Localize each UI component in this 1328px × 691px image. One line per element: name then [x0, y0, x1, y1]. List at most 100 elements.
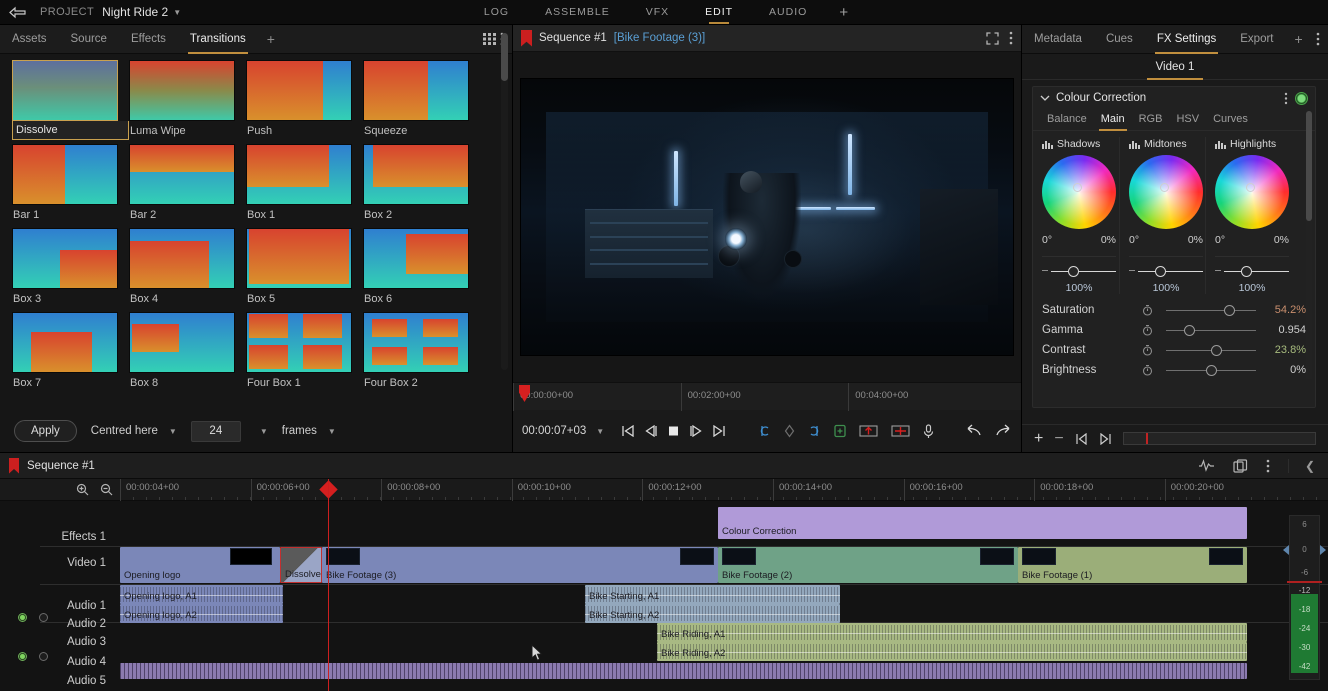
param-slider[interactable] — [1166, 303, 1256, 317]
voice-over-button[interactable] — [923, 423, 934, 439]
transition-item-bar-1[interactable]: Bar 1 — [12, 144, 129, 228]
wheel-level-slider[interactable] — [1129, 263, 1203, 279]
wheel-disc[interactable] — [1042, 155, 1116, 229]
transition-item-box-3[interactable]: Box 3 — [12, 228, 129, 312]
audio-waveform-icon[interactable] — [1198, 459, 1215, 472]
transition-thumbnail[interactable] — [246, 60, 352, 121]
transition-item-box-8[interactable]: Box 8 — [129, 312, 246, 396]
transition-item-four-box-1[interactable]: Four Box 1 — [246, 312, 363, 396]
tab-fx-settings[interactable]: FX Settings — [1145, 25, 1228, 54]
redo-icon[interactable] — [995, 424, 1012, 438]
transition-thumbnail[interactable] — [363, 228, 469, 289]
param-slider[interactable] — [1166, 343, 1256, 357]
keyframe-stopwatch-icon[interactable] — [1142, 304, 1166, 316]
apply-button[interactable]: Apply — [14, 420, 77, 442]
tab-assets[interactable]: Assets — [0, 25, 59, 54]
transition-thumbnail[interactable] — [129, 228, 235, 289]
transition-thumbnail[interactable] — [129, 144, 235, 205]
transition-item-box-7[interactable]: Box 7 — [12, 312, 129, 396]
track-audio-1-label[interactable]: Audio 1 — [10, 600, 106, 612]
transition-item-luma-wipe[interactable]: Luma Wipe — [129, 60, 246, 144]
transition-item-box-4[interactable]: Box 4 — [129, 228, 246, 312]
step-back-button[interactable] — [644, 425, 658, 437]
subtab-rgb[interactable]: RGB — [1132, 109, 1170, 131]
subtab-balance[interactable]: Balance — [1040, 109, 1094, 131]
transition-item-four-box-2[interactable]: Four Box 2 — [363, 312, 480, 396]
colour-wheel-midtones[interactable]: Midtones 0° 0% 100% — [1119, 137, 1205, 294]
next-keyframe-icon[interactable] — [1099, 432, 1112, 445]
undo-icon[interactable] — [965, 424, 982, 438]
add-marker-button[interactable] — [834, 424, 846, 438]
param-row-contrast[interactable]: Contrast 23.8% — [1042, 340, 1306, 360]
timeline-clip[interactable]: Bike Footage (3) — [322, 547, 718, 583]
target-track-tab[interactable]: Video 1 — [1146, 54, 1204, 80]
track-video-1-label[interactable]: Video 1 — [10, 557, 106, 569]
kebab-menu-icon[interactable] — [1316, 32, 1320, 46]
timeline-clip[interactable]: Bike Footage (1) — [1018, 547, 1247, 583]
transition-thumbnail[interactable] — [129, 60, 235, 121]
transition-thumbnail[interactable] — [363, 60, 469, 121]
fullscreen-icon[interactable] — [986, 31, 999, 45]
transition-item-box-5[interactable]: Box 5 — [246, 228, 363, 312]
mark-out-button[interactable] — [808, 424, 821, 438]
timeline-clip[interactable]: Opening logo — [120, 547, 280, 583]
track-audio-4-label[interactable]: Audio 4 — [10, 656, 106, 668]
go-to-start-button[interactable] — [621, 425, 635, 437]
remove-effect-button[interactable]: − — [1054, 430, 1063, 448]
duration-stepper-icon[interactable]: ▼ — [260, 427, 268, 436]
transition-item-squeeze[interactable]: Squeeze — [363, 60, 480, 144]
transition-thumbnail[interactable] — [12, 60, 118, 121]
chevron-down-icon[interactable] — [1040, 94, 1050, 102]
tab-source[interactable]: Source — [59, 25, 119, 54]
mode-tab-log[interactable]: LOG — [466, 0, 527, 25]
timeline-ruler[interactable]: 00:00:04+00 00:00:06+00 00:00:08+00 00:00:1… — [0, 479, 1328, 501]
kebab-menu-icon[interactable] — [1009, 31, 1013, 45]
grid-view-icon[interactable] — [483, 33, 497, 45]
mark-in-button[interactable] — [758, 424, 771, 438]
transition-item-box-1[interactable]: Box 1 — [246, 144, 363, 228]
transition-thumbnail[interactable] — [12, 144, 118, 205]
transition-item-bar-2[interactable]: Bar 2 — [129, 144, 246, 228]
kebab-menu-icon[interactable] — [1284, 92, 1288, 105]
effect-enabled-toggle[interactable] — [1295, 91, 1308, 105]
timeline-clip[interactable]: Colour Correction — [718, 507, 1247, 539]
transition-item-dissolve[interactable]: Dissolve — [12, 60, 129, 144]
duration-input[interactable]: 24 — [190, 420, 241, 442]
timeline-clip[interactable] — [120, 663, 1247, 679]
param-row-gamma[interactable]: Gamma 0.954 — [1042, 320, 1306, 340]
transition-thumbnail[interactable] — [12, 312, 118, 373]
zoom-in-icon[interactable] — [76, 483, 89, 496]
timeline-clip[interactable]: Dissolve — [280, 547, 322, 583]
overwrite-edit-button[interactable] — [859, 424, 878, 438]
keyframe-stopwatch-icon[interactable] — [1142, 324, 1166, 336]
transition-item-box-6[interactable]: Box 6 — [363, 228, 480, 312]
tab-effects[interactable]: Effects — [119, 25, 178, 54]
transition-thumbnail[interactable] — [246, 144, 352, 205]
keyframe-stopwatch-icon[interactable] — [1142, 364, 1166, 376]
kebab-menu-icon[interactable] — [1266, 459, 1270, 473]
inspector-scrollbar[interactable] — [1306, 111, 1312, 379]
mode-tab-vfx[interactable]: VFX — [628, 0, 687, 25]
video-preview-image[interactable] — [521, 79, 1013, 355]
duplicate-icon[interactable] — [1233, 458, 1248, 473]
go-to-end-button[interactable] — [712, 425, 726, 437]
tab-metadata[interactable]: Metadata — [1022, 25, 1094, 54]
browser-scrollbar[interactable] — [501, 33, 508, 370]
timeline-clip[interactable]: Bike Starting, A1 — [585, 585, 840, 604]
param-slider[interactable] — [1166, 363, 1256, 377]
wheel-level-slider[interactable] — [1042, 263, 1116, 279]
subtab-hsv[interactable]: HSV — [1169, 109, 1206, 131]
wheel-handle[interactable] — [1160, 183, 1169, 192]
subtab-curves[interactable]: Curves — [1206, 109, 1255, 131]
viewer-stage[interactable] — [513, 52, 1021, 382]
transition-thumbnail[interactable] — [12, 228, 118, 289]
alignment-dropdown[interactable]: Centred here ▼ — [91, 425, 177, 437]
units-dropdown[interactable]: frames ▼ — [282, 425, 336, 437]
subtab-main[interactable]: Main — [1094, 109, 1132, 131]
wheel-level-slider[interactable] — [1215, 263, 1289, 279]
mode-tab-edit[interactable]: EDIT — [687, 0, 751, 25]
param-row-saturation[interactable]: Saturation 54.2% — [1042, 300, 1306, 320]
step-forward-button[interactable] — [689, 425, 703, 437]
transition-item-box-2[interactable]: Box 2 — [363, 144, 480, 228]
add-browser-tab-button[interactable]: + — [258, 31, 284, 47]
